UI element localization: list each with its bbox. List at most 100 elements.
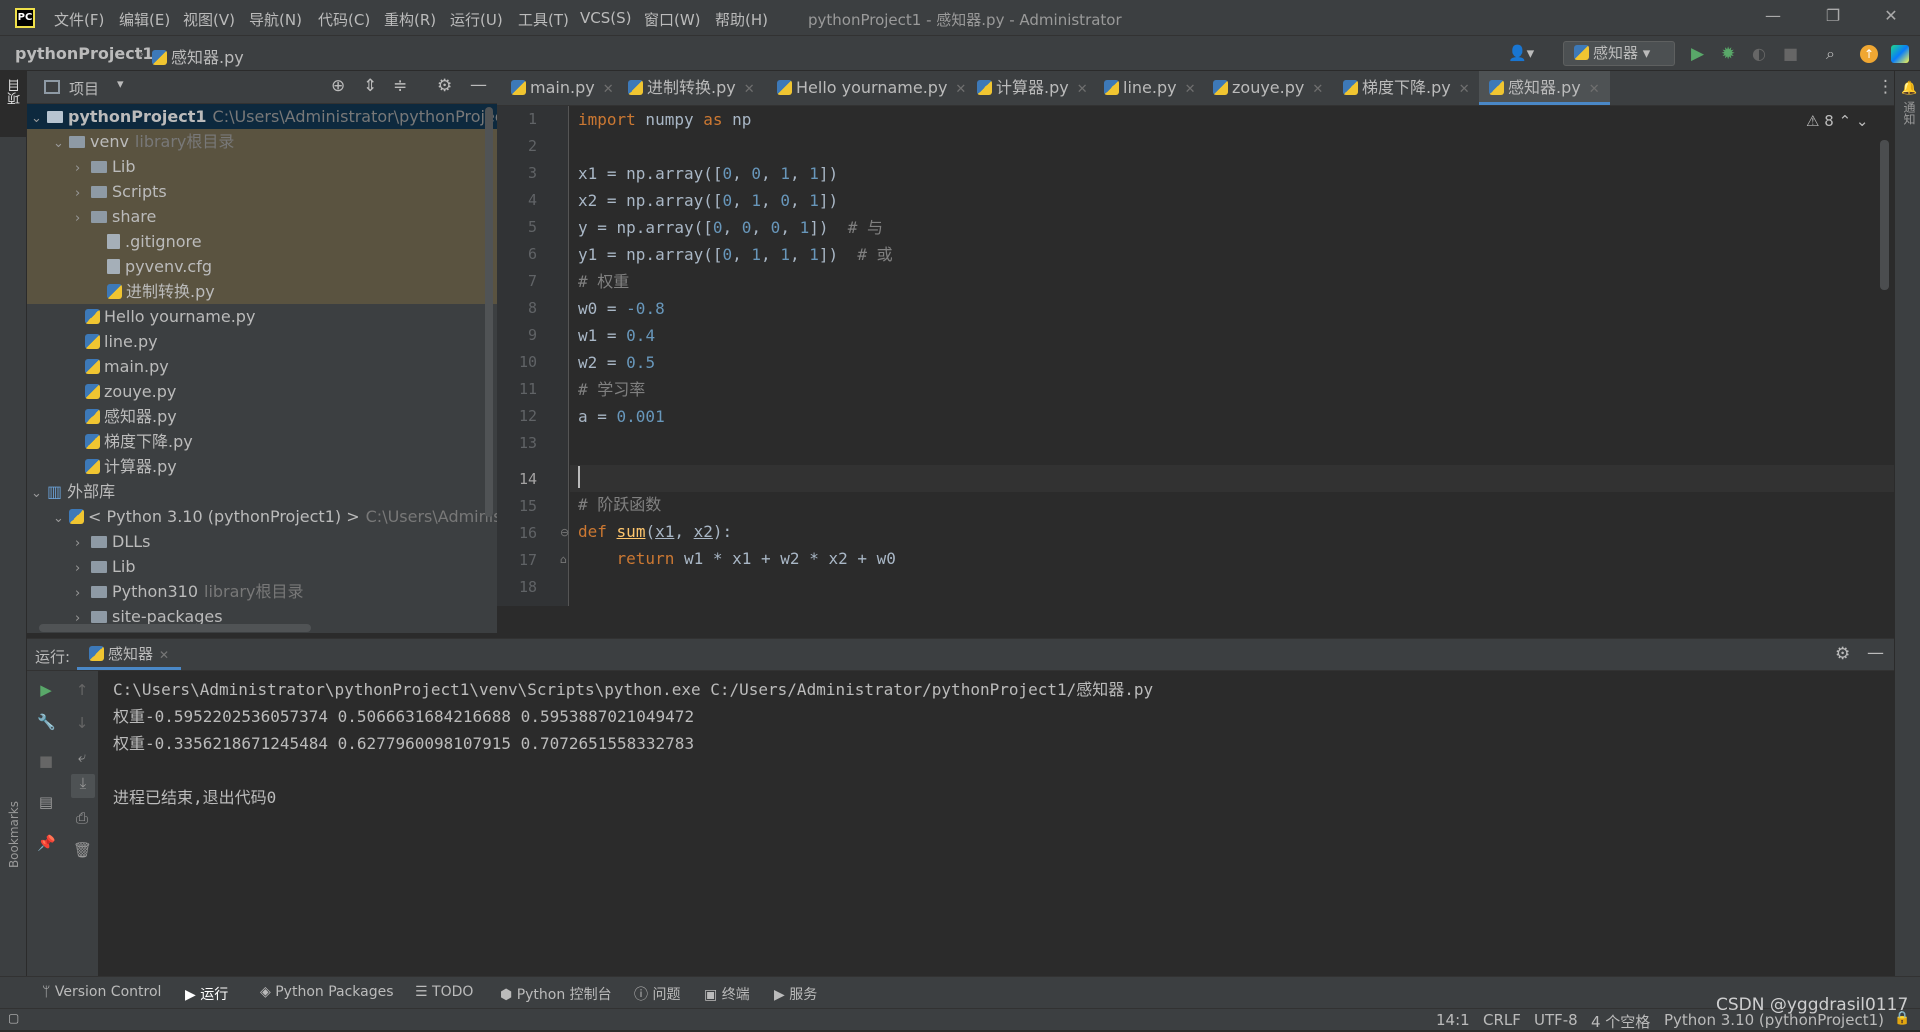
- more-tabs-icon[interactable]: ⋮: [1877, 77, 1894, 97]
- fold-end-icon[interactable]: ⌂: [560, 553, 567, 566]
- tree-item[interactable]: ⌄ < Python 3.10 (pythonProject1) > C:\User…: [27, 504, 497, 529]
- tree-item[interactable]: zouye.py: [27, 379, 497, 404]
- toggle-tool-windows-icon[interactable]: ▢: [8, 1011, 19, 1025]
- tab-jinzhi[interactable]: 进制转换.py ✕: [618, 71, 765, 105]
- menu-file[interactable]: 文件(F): [54, 9, 104, 30]
- tree-item[interactable]: pyvenv.cfg: [27, 254, 497, 279]
- arrow-down-icon[interactable]: ↓: [73, 714, 91, 732]
- tree-item[interactable]: 感知器.py: [27, 404, 497, 429]
- menu-run[interactable]: 运行(U): [450, 9, 503, 30]
- menu-code[interactable]: 代码(C): [318, 9, 370, 30]
- file-encoding[interactable]: UTF-8: [1534, 1011, 1578, 1029]
- close-icon[interactable]: ✕: [1185, 82, 1196, 97]
- breadcrumb-file[interactable]: 感知器.py: [152, 44, 244, 68]
- trash-icon[interactable]: 🗑: [73, 841, 92, 859]
- close-icon[interactable]: ✕: [1876, 6, 1906, 30]
- fold-icon[interactable]: ⊖: [560, 526, 569, 539]
- tab-version-control[interactable]: ᛘ Version Control: [42, 984, 161, 1000]
- project-tool-button[interactable]: 项目: [0, 71, 27, 137]
- hide-icon[interactable]: —: [1867, 643, 1884, 663]
- scroll-to-end-icon[interactable]: ⤓: [71, 774, 95, 798]
- tab-ganzhiqi[interactable]: 感知器.py ✕: [1479, 71, 1610, 105]
- tree-item[interactable]: › Lib: [27, 154, 497, 179]
- collapse-all-icon[interactable]: ≑: [393, 76, 407, 96]
- tree-item[interactable]: › Lib: [27, 554, 497, 579]
- menu-edit[interactable]: 编辑(E): [119, 9, 170, 30]
- tree-hscrollbar[interactable]: [39, 624, 311, 632]
- stop-icon[interactable]: ■: [1783, 44, 1798, 63]
- close-icon[interactable]: ✕: [955, 82, 966, 97]
- tab-python-packages[interactable]: ◈ Python Packages: [260, 984, 394, 1000]
- gear-icon[interactable]: ⚙: [1835, 644, 1850, 664]
- tree-item[interactable]: › DLLs: [27, 529, 497, 554]
- minimize-icon[interactable]: —: [1758, 6, 1788, 30]
- menu-navigate[interactable]: 导航(N): [249, 9, 302, 30]
- menu-vcs[interactable]: VCS(S): [580, 9, 631, 27]
- menu-window[interactable]: 窗口(W): [644, 9, 701, 30]
- menu-refactor[interactable]: 重构(R): [384, 9, 436, 30]
- print-icon[interactable]: ⎙: [73, 809, 91, 827]
- tab-hello[interactable]: Hello yourname.py ✕: [767, 71, 976, 105]
- tab-services[interactable]: ▶ 服务: [774, 984, 817, 1004]
- arrow-up-icon[interactable]: ↑: [73, 681, 91, 699]
- tab-run[interactable]: ▶ 运行: [185, 984, 228, 1004]
- inspection-widget[interactable]: ⚠ 8 ⌃ ⌄: [1806, 112, 1869, 130]
- search-icon[interactable]: ⌕: [1826, 44, 1835, 64]
- project-panel-title[interactable]: 项目: [69, 78, 99, 99]
- chevron-up-icon[interactable]: ⌃: [1839, 112, 1852, 130]
- tree-item[interactable]: .gitignore: [27, 229, 497, 254]
- bookmarks-tool-label[interactable]: Bookmarks: [7, 801, 21, 868]
- rerun-icon[interactable]: ▶: [37, 681, 55, 699]
- menu-help[interactable]: 帮助(H): [715, 9, 768, 30]
- run-console[interactable]: C:\Users\Administrator\pythonProject1\ve…: [100, 671, 1894, 976]
- pin-icon[interactable]: 📌: [37, 834, 56, 852]
- jetbrains-toolbox-icon[interactable]: [1891, 45, 1909, 63]
- breadcrumb-project[interactable]: pythonProject1: [15, 44, 154, 63]
- expand-all-icon[interactable]: ⇕: [363, 76, 377, 96]
- tree-item[interactable]: › Python310 library根目录: [27, 579, 497, 604]
- run-tab[interactable]: 感知器 ✕: [77, 639, 182, 670]
- tree-item[interactable]: 梯度下降.py: [27, 429, 497, 454]
- layout-icon[interactable]: ▤: [37, 793, 55, 811]
- close-icon[interactable]: ✕: [744, 82, 755, 97]
- stop-icon[interactable]: ■: [37, 752, 55, 770]
- tab-todo[interactable]: ☰ TODO: [415, 984, 473, 1000]
- line-separator[interactable]: CRLF: [1483, 1011, 1521, 1029]
- menu-tools[interactable]: 工具(T): [518, 9, 569, 30]
- tab-jisuanqi[interactable]: 计算器.py ✕: [967, 71, 1098, 105]
- tab-main[interactable]: main.py ✕: [501, 71, 624, 105]
- menu-view[interactable]: 视图(V): [183, 9, 235, 30]
- coverage-icon[interactable]: ◐: [1752, 44, 1766, 63]
- bell-icon[interactable]: 🔔: [1901, 81, 1917, 96]
- tree-item[interactable]: 进制转换.py: [27, 279, 497, 304]
- tree-item[interactable]: main.py: [27, 354, 497, 379]
- gear-icon[interactable]: ⚙: [437, 76, 452, 96]
- close-icon[interactable]: ✕: [1459, 82, 1470, 97]
- tree-item[interactable]: ⌄ venv library根目录: [27, 129, 497, 154]
- tab-python-console[interactable]: ⬢ Python 控制台: [500, 984, 612, 1004]
- close-icon[interactable]: ✕: [1589, 82, 1600, 97]
- close-icon[interactable]: ✕: [1077, 82, 1088, 97]
- tab-line[interactable]: line.py ✕: [1094, 71, 1206, 105]
- debug-icon[interactable]: ✹: [1721, 44, 1735, 64]
- chevron-down-icon[interactable]: ⌄: [1856, 112, 1869, 130]
- tree-item[interactable]: ⌄ ▥ 外部库: [27, 479, 497, 504]
- caret-position[interactable]: 14:1: [1436, 1011, 1470, 1029]
- tab-tidu[interactable]: 梯度下降.py ✕: [1333, 71, 1480, 105]
- tree-item[interactable]: › share: [27, 204, 497, 229]
- indent-setting[interactable]: 4 个空格: [1591, 1011, 1650, 1032]
- tree-scrollbar[interactable]: [485, 107, 493, 517]
- tree-item[interactable]: ⌄ pythonProject1 C:\Users\Administrator\py…: [27, 104, 497, 129]
- tree-item[interactable]: › Scripts: [27, 179, 497, 204]
- update-icon[interactable]: ↑: [1860, 45, 1878, 63]
- tree-item[interactable]: Hello yourname.py: [27, 304, 497, 329]
- chevron-down-icon[interactable]: ▾: [117, 77, 124, 92]
- run-config-select[interactable]: 感知器 ▾: [1563, 41, 1675, 66]
- editor-scrollbar[interactable]: [1880, 140, 1889, 290]
- tree-item[interactable]: 计算器.py: [27, 454, 497, 479]
- close-icon[interactable]: ✕: [1312, 82, 1323, 97]
- hide-icon[interactable]: —: [470, 75, 487, 95]
- notifications-label[interactable]: 通知: [1901, 101, 1918, 125]
- tree-item[interactable]: line.py: [27, 329, 497, 354]
- restore-icon[interactable]: ❐: [1818, 6, 1848, 30]
